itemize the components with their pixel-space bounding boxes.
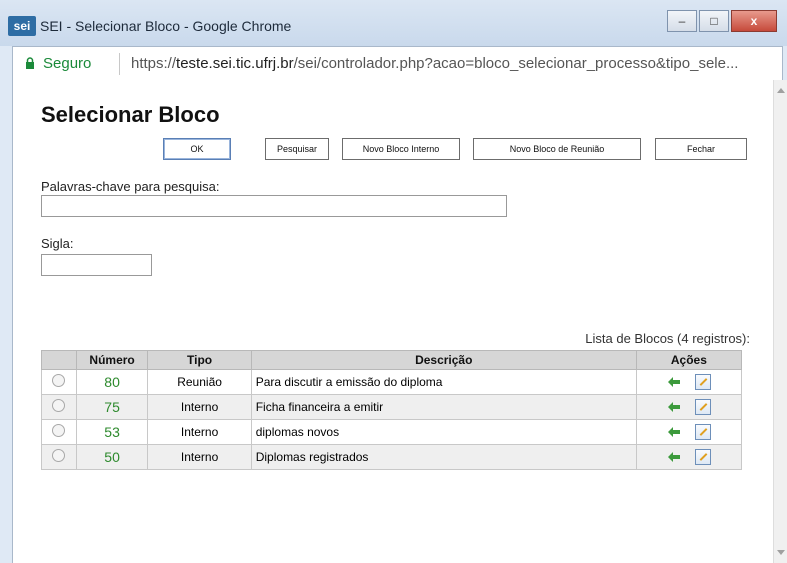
row-actions [635, 369, 743, 395]
novo-bloco-reuniao-button[interactable]: Novo Bloco de Reunião [473, 138, 641, 160]
select-arrow-icon[interactable] [667, 451, 681, 463]
header-descricao: Descrição [250, 350, 637, 370]
row-radio[interactable] [52, 424, 66, 437]
row-actions [635, 444, 743, 470]
url-scheme: https:// [131, 55, 177, 72]
page-title: Selecionar Bloco [41, 102, 220, 127]
row-actions [635, 419, 743, 445]
header-acoes: Ações [635, 350, 743, 370]
table-row: 75 Interno Ficha financeira a emitir [41, 394, 743, 420]
edit-icon[interactable] [694, 449, 711, 465]
page-content: Selecionar Bloco OK Pesquisar Novo Bloco… [12, 80, 774, 563]
row-tipo: Reunião [147, 369, 252, 395]
table-header-row: Número Tipo Descrição Ações [41, 350, 743, 370]
lock-icon [26, 57, 34, 69]
row-numero: 80 [75, 369, 149, 395]
sigla-label: Sigla: [41, 236, 74, 251]
ok-button[interactable]: OK [163, 138, 231, 160]
address-bar[interactable]: Seguro https://teste.sei.tic.ufrj.br/sei… [12, 46, 783, 81]
row-select-cell [41, 419, 77, 445]
row-numero: 53 [75, 419, 149, 445]
minimize-button[interactable]: – [667, 10, 697, 32]
address-separator [119, 53, 120, 75]
browser-window: sei SEI - Selecionar Bloco - Google Chro… [0, 0, 787, 563]
title-bar: sei SEI - Selecionar Bloco - Google Chro… [0, 0, 787, 46]
row-descricao: Ficha financeira a emitir [250, 394, 637, 420]
window-controls: – □ x [665, 10, 777, 32]
select-arrow-icon[interactable] [667, 401, 681, 413]
scroll-up-icon[interactable] [777, 88, 785, 93]
row-descricao: diplomas novos [250, 419, 637, 445]
keywords-input[interactable] [41, 195, 507, 217]
table-row: 53 Interno diplomas novos [41, 419, 743, 445]
header-select [41, 350, 77, 370]
row-radio[interactable] [52, 374, 66, 387]
header-tipo: Tipo [147, 350, 252, 370]
sigla-input[interactable] [41, 254, 152, 276]
table-row: 80 Reunião Para discutir a emissão do di… [41, 369, 743, 395]
row-actions [635, 394, 743, 420]
row-radio[interactable] [52, 449, 66, 462]
sei-logo-icon: sei [8, 16, 36, 36]
select-arrow-icon[interactable] [667, 376, 681, 388]
pesquisar-button[interactable]: Pesquisar [265, 138, 329, 160]
table-row: 50 Interno Diplomas registrados [41, 444, 743, 470]
header-numero: Número [75, 350, 149, 370]
edit-icon[interactable] [694, 424, 711, 440]
url-domain: teste.sei.tic.ufrj.br [176, 55, 294, 72]
scroll-down-icon[interactable] [777, 550, 785, 555]
keywords-label: Palavras-chave para pesquisa: [41, 179, 220, 194]
secure-label: Seguro [43, 55, 92, 72]
row-tipo: Interno [147, 394, 252, 420]
maximize-button[interactable]: □ [699, 10, 729, 32]
row-select-cell [41, 369, 77, 395]
select-arrow-icon[interactable] [667, 426, 681, 438]
fechar-button[interactable]: Fechar [655, 138, 747, 160]
edit-icon[interactable] [694, 374, 711, 390]
row-select-cell [41, 394, 77, 420]
row-tipo: Interno [147, 419, 252, 445]
novo-bloco-interno-button[interactable]: Novo Bloco Interno [342, 138, 460, 160]
row-numero: 75 [75, 394, 149, 420]
table-caption: Lista de Blocos (4 registros): [585, 331, 750, 346]
edit-icon[interactable] [694, 399, 711, 415]
row-radio[interactable] [52, 399, 66, 412]
row-tipo: Interno [147, 444, 252, 470]
close-button[interactable]: x [731, 10, 777, 32]
row-descricao: Para discutir a emissão do diploma [250, 369, 637, 395]
url-text[interactable]: https://teste.sei.tic.ufrj.br/sei/contro… [131, 55, 776, 72]
row-descricao: Diplomas registrados [250, 444, 637, 470]
row-numero: 50 [75, 444, 149, 470]
row-select-cell [41, 444, 77, 470]
window-title: SEI - Selecionar Bloco - Google Chrome [40, 18, 292, 34]
blocos-table: Número Tipo Descrição Ações 80 Reunião P… [41, 350, 743, 470]
vertical-scrollbar[interactable] [773, 80, 787, 563]
url-path: /sei/controlador.php?acao=bloco_selecion… [293, 55, 739, 72]
